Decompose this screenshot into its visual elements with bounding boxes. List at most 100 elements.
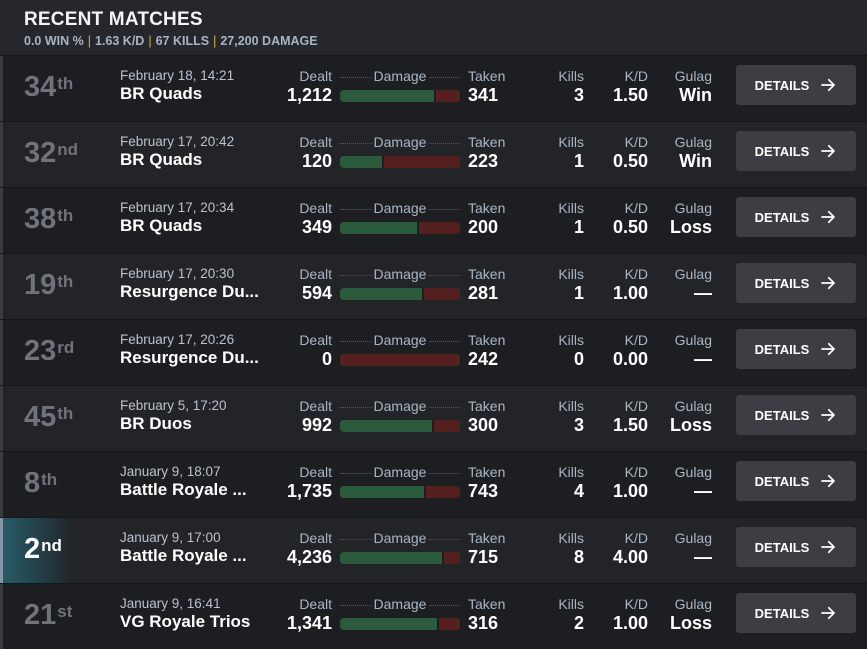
taken-value: 200 xyxy=(468,217,499,237)
gulag-label: Gulag xyxy=(674,530,712,546)
divider: | xyxy=(148,34,152,48)
dealt-bar-fill xyxy=(340,618,438,630)
kd-ratio: K/D 1.50 xyxy=(613,398,648,436)
kd-ratio: K/D 1.00 xyxy=(613,596,648,634)
placement: 8th xyxy=(24,466,57,500)
gulag-label: Gulag xyxy=(674,398,712,414)
damage-comparison: Damage xyxy=(340,200,460,234)
dealt-bar-fill xyxy=(340,90,434,102)
damage-dealt: Dealt 4,236 xyxy=(287,530,332,568)
match-row: 38th February 17, 20:34 BR Quads Dealt 3… xyxy=(0,187,867,253)
placement: 32nd xyxy=(24,136,78,170)
placement-number: 8 xyxy=(24,467,41,499)
taken-label: Taken xyxy=(468,332,506,348)
details-button[interactable]: DETAILS xyxy=(736,131,856,171)
taken-value: 743 xyxy=(468,481,499,501)
placement-suffix: th xyxy=(57,272,74,291)
damage-taken: Taken 281 xyxy=(468,266,505,304)
match-row: 45th February 5, 17:20 BR Duos Dealt 992… xyxy=(0,385,867,451)
details-button[interactable]: DETAILS xyxy=(736,527,856,567)
dealt-value: 594 xyxy=(301,283,332,303)
dealt-label: Dealt xyxy=(299,596,332,612)
kd-value: 1.50 xyxy=(612,415,648,435)
damage-comparison: Damage xyxy=(340,464,460,498)
placement-number: 32 xyxy=(24,137,57,169)
recent-matches-header: RECENT MATCHES 0.0 WIN % | 1.63 K/D | 67 KIL… xyxy=(0,0,867,55)
placement: 45th xyxy=(24,400,73,434)
dealt-value: 992 xyxy=(301,415,332,435)
dealt-value: 1,735 xyxy=(286,481,332,501)
dealt-value: 4,236 xyxy=(286,547,332,567)
taken-bar-fill xyxy=(384,156,460,168)
damage-label: Damage xyxy=(340,266,460,283)
kills-label: Kills xyxy=(558,68,584,84)
placement-number: 38 xyxy=(24,203,57,235)
damage-label-text: Damage xyxy=(371,200,429,216)
damage-comparison: Damage xyxy=(340,68,460,102)
row-accent-bar xyxy=(0,254,3,319)
damage-comparison: Damage xyxy=(340,332,460,366)
placement-suffix: st xyxy=(57,602,73,621)
gulag-label: Gulag xyxy=(674,68,712,84)
row-accent-bar xyxy=(0,56,3,121)
dealt-label: Dealt xyxy=(299,134,332,150)
kd-label: K/D xyxy=(624,200,648,216)
details-button-label: DETAILS xyxy=(754,341,810,357)
details-button[interactable]: DETAILS xyxy=(736,65,856,105)
kd-ratio: K/D 0.50 xyxy=(613,134,648,172)
match-mode: BR Duos xyxy=(120,414,192,433)
placement: 38th xyxy=(24,202,73,236)
divider: | xyxy=(213,34,217,48)
details-button[interactable]: DETAILS xyxy=(736,197,856,237)
details-button[interactable]: DETAILS xyxy=(736,461,856,501)
arrow-right-icon xyxy=(821,342,836,356)
kills-label: Kills xyxy=(558,530,584,546)
damage-label-text: Damage xyxy=(371,530,429,546)
gulag-value: Win xyxy=(679,151,712,171)
damage-bar xyxy=(340,90,460,102)
gulag-value: — xyxy=(694,547,712,567)
gulag-result: Gulag — xyxy=(675,266,712,304)
match-date: February 5, 17:20 xyxy=(120,398,227,413)
kills-value: 2 xyxy=(573,613,584,633)
match-date: February 17, 20:26 xyxy=(120,332,235,347)
damage-bar xyxy=(340,486,460,498)
gulag-value: Loss xyxy=(669,415,712,435)
kills-label: Kills xyxy=(558,266,584,282)
gulag-value: — xyxy=(694,349,712,369)
match-list: 34th February 18, 14:21 BR Quads Dealt 1… xyxy=(0,55,867,649)
match-row: 23rd February 17, 20:26 Resurgence Du...… xyxy=(0,319,867,385)
details-button[interactable]: DETAILS xyxy=(736,263,856,303)
damage-dealt: Dealt 1,212 xyxy=(287,68,332,106)
match-meta: February 17, 20:26 Resurgence Du... xyxy=(120,332,270,368)
taken-value: 281 xyxy=(468,283,499,303)
kills-label: Kills xyxy=(558,332,584,348)
match-row: 32nd February 17, 20:42 BR Quads Dealt 1… xyxy=(0,121,867,187)
damage-label: Damage xyxy=(340,398,460,415)
kd-label: K/D xyxy=(624,134,648,150)
details-button[interactable]: DETAILS xyxy=(736,329,856,369)
match-date: January 9, 16:41 xyxy=(120,596,221,611)
kills: Kills 3 xyxy=(558,68,584,106)
taken-label: Taken xyxy=(468,134,506,150)
kd-label: K/D xyxy=(624,68,648,84)
taken-label: Taken xyxy=(468,596,506,612)
damage-label: Damage xyxy=(340,464,460,481)
damage-dealt: Dealt 1,341 xyxy=(287,596,332,634)
gulag-label: Gulag xyxy=(674,332,712,348)
match-mode: BR Quads xyxy=(120,216,203,235)
damage-dealt: Dealt 1,735 xyxy=(287,464,332,502)
details-button-label: DETAILS xyxy=(754,605,810,621)
details-button[interactable]: DETAILS xyxy=(736,593,856,633)
kd-value: 0.50 xyxy=(612,217,648,237)
match-date: February 17, 20:34 xyxy=(120,200,235,215)
dealt-label: Dealt xyxy=(299,332,332,348)
kills-label: Kills xyxy=(558,596,584,612)
match-date: January 9, 18:07 xyxy=(120,464,221,479)
gulag-result: Gulag — xyxy=(675,530,712,568)
match-meta: February 17, 20:34 BR Quads xyxy=(120,200,270,236)
damage-dealt: Dealt 120 xyxy=(299,134,332,172)
kills-value: 1 xyxy=(573,151,584,171)
details-button[interactable]: DETAILS xyxy=(736,395,856,435)
kd-label: K/D xyxy=(624,398,648,414)
